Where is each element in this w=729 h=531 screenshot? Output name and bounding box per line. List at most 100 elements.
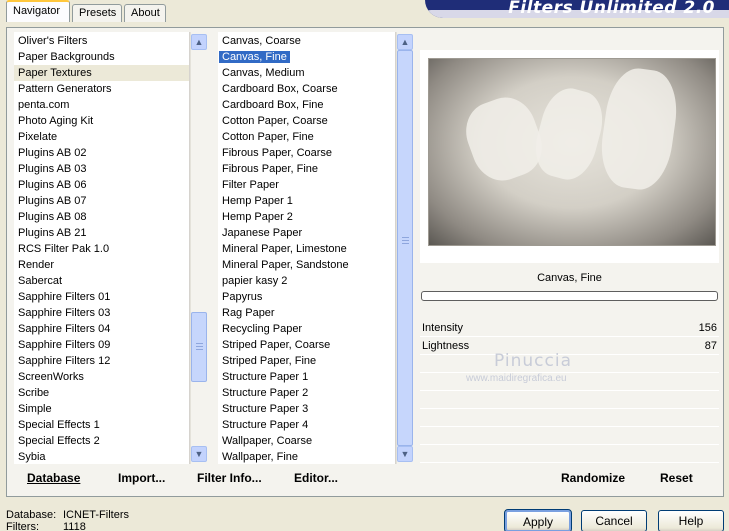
apply-button[interactable]: Apply	[504, 509, 572, 531]
database-button[interactable]: Database	[27, 471, 80, 485]
filter-item[interactable]: Canvas, Fine	[218, 49, 395, 65]
category-item[interactable]: penta.com	[14, 97, 189, 113]
tab-navigator[interactable]: Navigator	[6, 0, 70, 22]
filter-item[interactable]: Fibrous Paper, Fine	[218, 161, 395, 177]
category-item[interactable]: Plugins AB 06	[14, 177, 189, 193]
filter-item-label: Wallpaper, Coarse	[222, 435, 313, 447]
filter-item-label: Filter Paper	[222, 179, 279, 191]
filter-info-button[interactable]: Filter Info...	[197, 471, 262, 485]
category-item[interactable]: Sybia	[14, 449, 189, 465]
category-item[interactable]: Scribe	[14, 385, 189, 401]
filter-scroll-thumb[interactable]	[397, 50, 413, 446]
filter-item-label: Japanese Paper	[222, 227, 303, 239]
param-empty	[420, 446, 719, 463]
category-item[interactable]: Paper Textures	[14, 65, 189, 81]
filters-label: Filters:	[6, 521, 39, 531]
category-item[interactable]: Plugins AB 08	[14, 209, 189, 225]
category-item[interactable]: Simple	[14, 401, 189, 417]
filter-item[interactable]: Structure Paper 3	[218, 401, 395, 417]
filter-item[interactable]: Cardboard Box, Fine	[218, 97, 395, 113]
category-scrollbar[interactable]: ▲ ▼	[190, 32, 207, 464]
param-intensity[interactable]: Intensity 156	[420, 320, 719, 337]
watermark-text: Pinuccia	[494, 351, 572, 371]
filter-list[interactable]: Canvas, Coarse Canvas, Fine Canvas, Medium…	[218, 32, 396, 464]
category-item[interactable]: Special Effects 2	[14, 433, 189, 449]
category-item-label: Sapphire Filters 04	[18, 323, 111, 335]
database-value: ICNET-Filters	[63, 509, 129, 521]
filter-item[interactable]: Wallpaper, Fine	[218, 449, 395, 465]
filter-item[interactable]: Papyrus	[218, 289, 395, 305]
category-item[interactable]: Sapphire Filters 03	[14, 305, 189, 321]
help-button[interactable]: Help	[658, 510, 724, 531]
category-item[interactable]: Photo Aging Kit	[14, 113, 189, 129]
tab-about[interactable]: About	[124, 4, 166, 22]
watermark-url: www.maidiregrafica.eu	[466, 373, 567, 384]
filter-item[interactable]: Structure Paper 2	[218, 385, 395, 401]
category-item[interactable]: Paper Backgrounds	[14, 49, 189, 65]
filter-item[interactable]: Striped Paper, Fine	[218, 353, 395, 369]
filter-item[interactable]: Japanese Paper	[218, 225, 395, 241]
category-item[interactable]: Render	[14, 257, 189, 273]
category-item[interactable]: Special Effects 1	[14, 417, 189, 433]
filter-item[interactable]: Cardboard Box, Coarse	[218, 81, 395, 97]
filter-item[interactable]: Mineral Paper, Sandstone	[218, 257, 395, 273]
category-item[interactable]: Pixelate	[14, 129, 189, 145]
filter-item[interactable]: Structure Paper 1	[218, 369, 395, 385]
filter-item-label: Cotton Paper, Fine	[222, 131, 314, 143]
randomize-button[interactable]: Randomize	[561, 471, 625, 485]
filter-item[interactable]: Cotton Paper, Fine	[218, 129, 395, 145]
preview-image	[428, 58, 716, 246]
param-empty	[420, 410, 719, 427]
filter-item[interactable]: Fibrous Paper, Coarse	[218, 145, 395, 161]
filter-item[interactable]: papier kasy 2	[218, 273, 395, 289]
filter-item[interactable]: Wallpaper, Coarse	[218, 433, 395, 449]
filter-item-label: Mineral Paper, Limestone	[222, 243, 347, 255]
filter-item[interactable]: Mineral Paper, Limestone	[218, 241, 395, 257]
category-item[interactable]: Plugins AB 02	[14, 145, 189, 161]
category-item[interactable]: Sapphire Filters 04	[14, 321, 189, 337]
scroll-down-icon[interactable]: ▼	[191, 446, 207, 462]
filter-item[interactable]: Canvas, Medium	[218, 65, 395, 81]
category-item[interactable]: Sapphire Filters 01	[14, 289, 189, 305]
import-button[interactable]: Import...	[118, 471, 165, 485]
filter-item[interactable]: Cotton Paper, Coarse	[218, 113, 395, 129]
filter-item[interactable]: Canvas, Coarse	[218, 33, 395, 49]
filter-item[interactable]: Hemp Paper 1	[218, 193, 395, 209]
category-item-label: Photo Aging Kit	[18, 115, 94, 127]
category-list[interactable]: Oliver's Filters Paper Backgrounds Paper T…	[14, 32, 190, 464]
category-item[interactable]: Sapphire Filters 09	[14, 337, 189, 353]
category-scroll-thumb[interactable]	[191, 312, 207, 382]
filter-scrollbar[interactable]: ▲ ▼	[396, 32, 413, 464]
category-item[interactable]: Oliver's Filters	[14, 33, 189, 49]
scroll-up-icon[interactable]: ▲	[191, 34, 207, 50]
category-item[interactable]: ScreenWorks	[14, 369, 189, 385]
scroll-down-icon[interactable]: ▼	[397, 446, 413, 462]
scroll-up-icon[interactable]: ▲	[397, 34, 413, 50]
category-item-label: Plugins AB 21	[18, 227, 87, 239]
category-item[interactable]: Plugins AB 03	[14, 161, 189, 177]
filter-item-label: Structure Paper 1	[222, 371, 309, 383]
filter-item[interactable]: Filter Paper	[218, 177, 395, 193]
filter-item[interactable]: Structure Paper 4	[218, 417, 395, 433]
category-item-label: Scribe	[18, 387, 50, 399]
param-empty	[420, 428, 719, 445]
filter-item[interactable]: Rag Paper	[218, 305, 395, 321]
category-item-label: Plugins AB 06	[18, 179, 87, 191]
filter-item[interactable]: Striped Paper, Coarse	[218, 337, 395, 353]
category-item[interactable]: Plugins AB 07	[14, 193, 189, 209]
editor-button[interactable]: Editor...	[294, 471, 338, 485]
category-item[interactable]: Plugins AB 21	[14, 225, 189, 241]
filter-item-label: Structure Paper 4	[222, 419, 309, 431]
filter-item-label: Mineral Paper, Sandstone	[222, 259, 349, 271]
reset-button[interactable]: Reset	[660, 471, 693, 485]
category-item[interactable]: Sabercat	[14, 273, 189, 289]
category-item[interactable]: Pattern Generators	[14, 81, 189, 97]
category-item[interactable]: Sapphire Filters 12	[14, 353, 189, 369]
category-item[interactable]: RCS Filter Pak 1.0	[14, 241, 189, 257]
filter-item[interactable]: Hemp Paper 2	[218, 209, 395, 225]
filter-item-label: Striped Paper, Fine	[222, 355, 317, 367]
filter-item-label: Cotton Paper, Coarse	[222, 115, 328, 127]
tab-presets[interactable]: Presets	[72, 4, 122, 22]
filter-item[interactable]: Recycling Paper	[218, 321, 395, 337]
cancel-button[interactable]: Cancel	[581, 510, 647, 531]
